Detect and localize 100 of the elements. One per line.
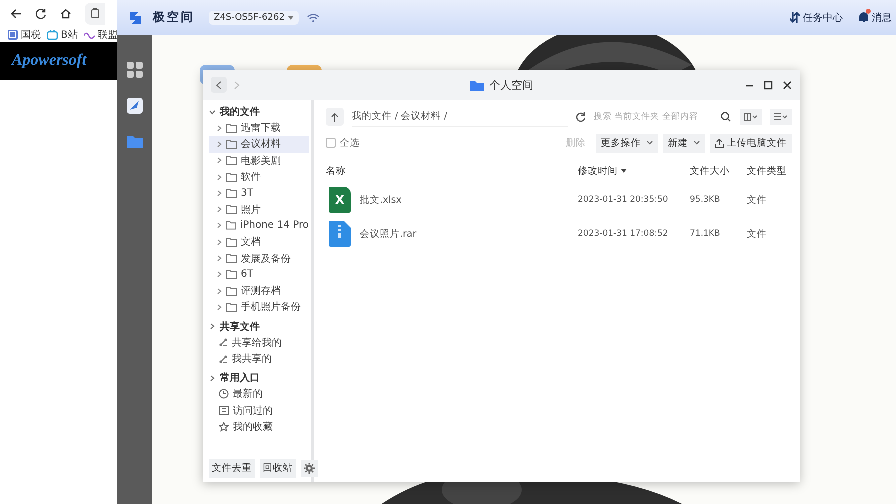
- path-field[interactable]: 我的文件 / 会议材料 /: [352, 107, 568, 127]
- sidebar-item[interactable]: 最新的: [209, 386, 309, 402]
- footer-button[interactable]: 文件去重: [209, 458, 255, 478]
- gear-icon: [304, 462, 315, 474]
- sidebar-item[interactable]: 文档: [209, 234, 309, 250]
- sidebar-item[interactable]: 评测存档: [209, 282, 309, 300]
- chevron-icon[interactable]: [217, 222, 222, 230]
- list-icon: [774, 113, 788, 121]
- column-header[interactable]: 文件大小: [690, 164, 747, 178]
- sidebar-item[interactable]: 迅雷下载: [209, 120, 309, 136]
- chevron-icon[interactable]: [217, 271, 222, 278]
- bell-icon[interactable]: [859, 12, 869, 23]
- chevron-icon[interactable]: [217, 238, 222, 246]
- settings-button[interactable]: [301, 460, 318, 476]
- refresh-icon[interactable]: [576, 112, 586, 122]
- sort-button[interactable]: [740, 109, 762, 125]
- file-name[interactable]: 会议照片.rar: [360, 228, 417, 240]
- chevron-icon[interactable]: [217, 140, 222, 148]
- star-icon: [219, 422, 229, 432]
- tv-icon: [47, 30, 58, 40]
- table-cell-text: 95.3KB: [690, 195, 722, 205]
- folder-icon: [226, 156, 237, 166]
- checkbox-label[interactable]: 全选: [340, 136, 360, 150]
- chevron-icon[interactable]: [217, 304, 222, 311]
- footer-button[interactable]: 回收站: [260, 458, 296, 478]
- chevron-icon[interactable]: [217, 157, 222, 164]
- chevron-icon[interactable]: [217, 288, 222, 295]
- chevron-icon[interactable]: [209, 374, 216, 382]
- refresh-icon[interactable]: [35, 8, 47, 20]
- caret-icon: [288, 16, 294, 20]
- wifi-icon: [306, 12, 320, 22]
- sidebar-item[interactable]: 电影美剧: [209, 152, 309, 169]
- sidebar-item[interactable]: iPhone 14 Pro: [209, 218, 309, 234]
- arrow-up-icon: [331, 112, 339, 122]
- archive-icon: [329, 221, 351, 247]
- spreadsheet-icon: X: [329, 187, 351, 213]
- folder-icon: [226, 221, 236, 230]
- share-icon: [219, 354, 228, 364]
- table-cell-text: 2023-01-31 20:35:50: [578, 195, 670, 205]
- chevron-icon[interactable]: [209, 323, 216, 330]
- sidebar-item[interactable]: 我的收藏: [209, 418, 309, 436]
- sidebar-item[interactable]: 手机照片备份: [209, 299, 309, 316]
- sidebar-item[interactable]: 我共享的: [209, 350, 309, 368]
- sidebar-item[interactable]: 会议材料: [209, 136, 309, 153]
- chevron-right-icon: [234, 80, 240, 90]
- sidebar-item[interactable]: 共享给我的: [209, 334, 309, 351]
- section-title[interactable]: 我的文件: [220, 105, 260, 119]
- back-button[interactable]: [211, 77, 227, 93]
- wave-icon: [84, 30, 95, 38]
- column-header[interactable]: 修改时间: [578, 164, 690, 178]
- column-header[interactable]: 文件类型: [747, 164, 792, 178]
- search-field[interactable]: 搜索 当前文件夹 全部内容: [594, 112, 732, 122]
- sort-caret-icon: [621, 169, 627, 173]
- share-icon: [219, 338, 228, 348]
- checkbox[interactable]: [326, 138, 336, 148]
- table-cell-text: 文件: [747, 228, 768, 240]
- bookmark-link[interactable]: 国税: [21, 28, 41, 42]
- folder-icon: [226, 254, 237, 264]
- device-dropdown[interactable]: Z4S-OS5F-6262: [209, 10, 299, 24]
- history-icon: [219, 406, 229, 416]
- app-title: 极空间: [153, 9, 195, 26]
- folder-icon: [226, 286, 237, 296]
- chevron-icon[interactable]: [217, 124, 222, 132]
- search-icon[interactable]: [721, 112, 731, 122]
- maximize-icon[interactable]: [764, 80, 773, 90]
- sidebar-item[interactable]: 3T: [209, 185, 309, 202]
- bookmark-link[interactable]: B站: [61, 28, 78, 42]
- toolbar-button[interactable]: 新建: [663, 134, 705, 152]
- section-title[interactable]: 常用入口: [220, 371, 260, 386]
- apps-icon[interactable]: [126, 62, 142, 78]
- chevron-icon[interactable]: [209, 108, 216, 116]
- header-link[interactable]: 消息: [872, 10, 892, 24]
- folder-icon: [226, 302, 237, 312]
- table-cell-text: 文件: [747, 194, 768, 206]
- header-link[interactable]: 任务中心: [803, 10, 843, 24]
- folder-icon: [226, 270, 237, 280]
- folder-icon: [226, 124, 237, 133]
- sidebar-item[interactable]: 软件: [209, 168, 309, 186]
- back-icon[interactable]: [10, 8, 22, 20]
- chevron-icon[interactable]: [217, 255, 222, 262]
- chevron-icon[interactable]: [217, 190, 222, 197]
- sidebar-item[interactable]: 发展及备份: [209, 250, 309, 267]
- file-name[interactable]: 批文.xlsx: [360, 194, 402, 206]
- sidebar-item[interactable]: 照片: [209, 201, 309, 218]
- sidebar-item[interactable]: 访问过的: [209, 402, 309, 419]
- home-icon[interactable]: [60, 8, 72, 20]
- chevron-left-icon: [216, 80, 222, 90]
- column-header[interactable]: 名称: [326, 164, 578, 178]
- chevron-icon[interactable]: [217, 174, 222, 181]
- sidebar-item[interactable]: 6T: [209, 266, 309, 283]
- chevron-icon[interactable]: [217, 206, 222, 214]
- close-icon[interactable]: [783, 80, 792, 90]
- section-title[interactable]: 共享文件: [220, 320, 260, 334]
- up-button[interactable]: [326, 108, 344, 126]
- view-button[interactable]: [770, 109, 792, 125]
- transfer-icon[interactable]: [790, 12, 800, 23]
- bookmark-icon: [8, 30, 18, 40]
- toolbar-button[interactable]: 更多操作: [596, 134, 658, 152]
- folder-icon: [226, 188, 237, 198]
- toolbar-button[interactable]: 上传电脑文件: [710, 134, 792, 152]
